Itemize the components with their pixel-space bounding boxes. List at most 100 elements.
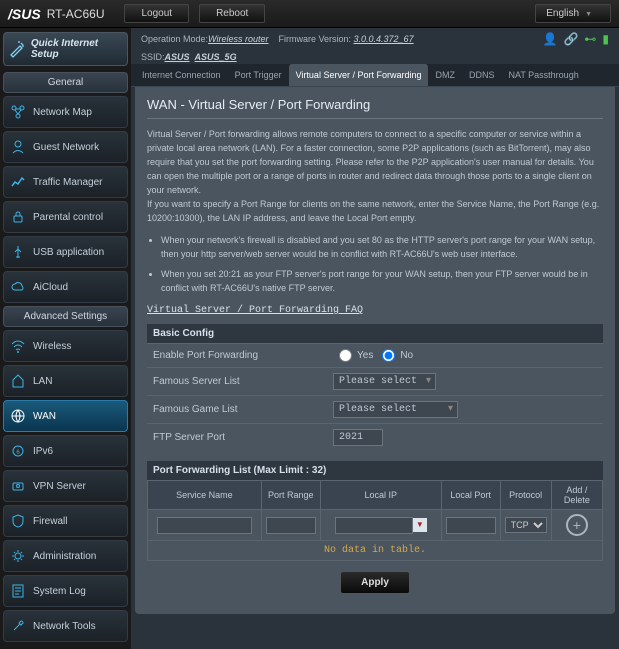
ipv6-icon: 6: [9, 442, 27, 460]
note-bullet-1: When your network's firewall is disabled…: [161, 233, 603, 261]
nav-lan[interactable]: LAN: [3, 365, 128, 397]
logout-button[interactable]: Logout: [124, 4, 189, 23]
nav-usb-application[interactable]: USB application: [3, 236, 128, 268]
tab-port-trigger[interactable]: Port Trigger: [228, 64, 289, 86]
nav-parental-control[interactable]: Parental control: [3, 201, 128, 233]
page-title: WAN - Virtual Server / Port Forwarding: [147, 97, 603, 119]
pf-service-name-input[interactable]: [157, 517, 251, 534]
no-label: No: [400, 350, 413, 361]
pf-no-data: No data in table.: [148, 541, 603, 561]
nav-system-log[interactable]: System Log: [3, 575, 128, 607]
ftp-port-label: FTP Server Port: [153, 432, 333, 443]
system-log-icon: [9, 582, 27, 600]
nav-label: Network Map: [33, 107, 92, 118]
famous-game-select[interactable]: Please select: [333, 401, 458, 418]
pf-port-range-input[interactable]: [266, 517, 316, 534]
administration-icon: [9, 547, 27, 565]
fw-version-link[interactable]: 3.0.0.4.372_67: [354, 34, 414, 44]
nav-label: USB application: [33, 247, 104, 258]
ssid-2[interactable]: ASUS_5G: [195, 52, 237, 62]
qis-label: Quick Internet Setup: [31, 38, 123, 60]
nav-network-tools[interactable]: Network Tools: [3, 610, 128, 642]
tab-nat-passthrough[interactable]: NAT Passthrough: [502, 64, 586, 86]
tab-virtual-server-port-forwarding[interactable]: Virtual Server / Port Forwarding: [289, 64, 429, 86]
tab-internet-connection[interactable]: Internet Connection: [135, 64, 228, 86]
famous-server-label: Famous Server List: [153, 376, 333, 387]
nav-label: Administration: [33, 551, 96, 562]
pf-col-port-range: Port Range: [261, 481, 320, 510]
nav-ipv6[interactable]: 6IPv6: [3, 435, 128, 467]
aicloud-icon: [9, 278, 27, 296]
link-icon[interactable]: 🔗: [563, 32, 578, 46]
nav-firewall[interactable]: Firewall: [3, 505, 128, 537]
note-bullet-2: When you set 20:21 as your FTP server's …: [161, 267, 603, 295]
apply-button[interactable]: Apply: [340, 571, 410, 594]
fw-label: Firmware Version:: [268, 34, 353, 44]
nav-label: System Log: [33, 586, 86, 597]
nav-network-map[interactable]: Network Map: [3, 96, 128, 128]
guest-network-icon: [9, 138, 27, 156]
enable-pf-no[interactable]: [382, 349, 395, 362]
reboot-button[interactable]: Reboot: [199, 4, 265, 23]
wand-icon: [8, 39, 27, 59]
firewall-icon: [9, 512, 27, 530]
ssid-1[interactable]: ASUS: [165, 52, 190, 62]
brand-logo: /SUS: [8, 6, 41, 22]
lan-icon: [9, 372, 27, 390]
section-advanced: Advanced Settings: [3, 306, 128, 327]
famous-server-select[interactable]: Please select: [333, 373, 436, 390]
pf-col-local-ip: Local IP: [320, 481, 441, 510]
enable-pf-label: Enable Port Forwarding: [153, 350, 333, 361]
ssid-label: SSID:: [141, 52, 165, 62]
nav-vpn-server[interactable]: VPN Server: [3, 470, 128, 502]
wan-icon: [9, 407, 27, 425]
wireless-icon: [9, 337, 27, 355]
page-description: Virtual Server / Port forwarding allows …: [147, 127, 603, 225]
language-dropdown[interactable]: English: [535, 4, 611, 23]
ftp-port-input[interactable]: [333, 429, 383, 446]
quick-internet-setup[interactable]: Quick Internet Setup: [3, 32, 128, 66]
vpn-server-icon: [9, 477, 27, 495]
nav-label: LAN: [33, 376, 52, 387]
nav-administration[interactable]: Administration: [3, 540, 128, 572]
pf-col-local-port: Local Port: [441, 481, 500, 510]
nav-guest-network[interactable]: Guest Network: [3, 131, 128, 163]
nav-label: AiCloud: [33, 282, 68, 293]
pf-col-service-name: Service Name: [148, 481, 262, 510]
svg-text:6: 6: [16, 450, 20, 456]
usb-icon[interactable]: ⊷: [584, 32, 596, 46]
user-icon[interactable]: 👤: [542, 32, 557, 46]
pf-list-header: Port Forwarding List (Max Limit : 32): [147, 461, 603, 480]
nav-traffic-manager[interactable]: Traffic Manager: [3, 166, 128, 198]
model-name: RT-AC66U: [47, 7, 105, 21]
faq-link[interactable]: Virtual Server / Port Forwarding FAQ: [147, 305, 363, 316]
nav-label: Network Tools: [33, 621, 96, 632]
pf-add-button[interactable]: +: [566, 514, 588, 536]
tab-ddns[interactable]: DDNS: [462, 64, 502, 86]
enable-pf-yes[interactable]: [339, 349, 352, 362]
nav-wireless[interactable]: Wireless: [3, 330, 128, 362]
signal-icon[interactable]: ▮: [602, 32, 609, 46]
nav-wan[interactable]: WAN: [3, 400, 128, 432]
parental-control-icon: [9, 208, 27, 226]
nav-aicloud[interactable]: AiCloud: [3, 271, 128, 303]
pf-local-port-input[interactable]: [446, 517, 496, 534]
nav-label: Parental control: [33, 212, 103, 223]
tab-dmz[interactable]: DMZ: [428, 64, 462, 86]
nav-label: Guest Network: [33, 142, 99, 153]
network-tools-icon: [9, 617, 27, 635]
nav-label: VPN Server: [33, 481, 86, 492]
op-mode-link[interactable]: Wireless router: [208, 34, 268, 44]
pf-col-protocol: Protocol: [500, 481, 551, 510]
nav-label: WAN: [33, 411, 56, 422]
pf-local-ip-input[interactable]: [335, 517, 413, 534]
pf-protocol-select[interactable]: TCP: [505, 517, 547, 533]
network-map-icon: [9, 103, 27, 121]
pf-col-add-delete: Add / Delete: [551, 481, 602, 510]
traffic-manager-icon: [9, 173, 27, 191]
pf-local-ip-dropdown[interactable]: ▼: [413, 518, 427, 532]
yes-label: Yes: [357, 350, 373, 361]
section-general: General: [3, 72, 128, 93]
basic-config-header: Basic Config: [147, 324, 603, 343]
nav-label: Firewall: [33, 516, 67, 527]
